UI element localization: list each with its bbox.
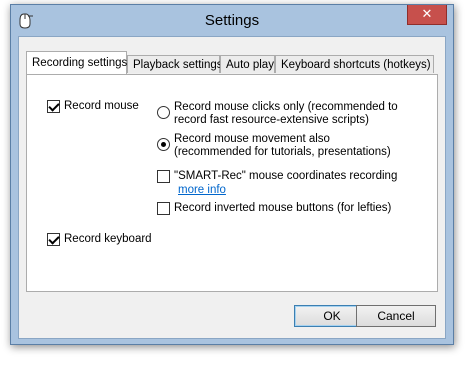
record-keyboard-checkbox[interactable] (47, 233, 60, 246)
settings-window: Settings ✕ Recording settings Playback s… (10, 4, 454, 345)
record-mouse-label[interactable]: Record mouse (64, 100, 139, 113)
dialog-body: Recording settings Playback settings Aut… (18, 36, 446, 339)
recording-settings-panel: Record mouse Record mouse clicks only (r… (26, 74, 438, 292)
tab-recording-settings[interactable]: Recording settings (26, 51, 127, 74)
record-mouse-checkbox[interactable] (47, 100, 60, 113)
mouse-clicks-only-line1[interactable]: Record mouse clicks only (recommended to (174, 101, 398, 114)
inverted-buttons-checkbox[interactable] (157, 202, 170, 215)
inverted-buttons-label[interactable]: Record inverted mouse buttons (for lefti… (174, 202, 391, 215)
more-info-link[interactable]: more info (178, 184, 226, 197)
mouse-clicks-only-radio[interactable] (157, 106, 170, 119)
tab-keyboard-shortcuts[interactable]: Keyboard shortcuts (hotkeys) (275, 55, 434, 73)
mouse-movement-line1[interactable]: Record mouse movement also (174, 133, 330, 146)
close-button[interactable]: ✕ (407, 5, 447, 25)
tab-playback-settings[interactable]: Playback settings (127, 55, 223, 73)
cancel-button[interactable]: Cancel (356, 305, 436, 327)
smart-rec-label[interactable]: "SMART-Rec" mouse coordinates recording (174, 170, 397, 183)
record-keyboard-label[interactable]: Record keyboard (64, 233, 152, 246)
tab-auto-play[interactable]: Auto play (220, 55, 275, 73)
mouse-movement-line2[interactable]: (recommended for tutorials, presentation… (174, 146, 391, 159)
title-bar[interactable]: Settings ✕ (11, 5, 453, 37)
mouse-movement-radio[interactable] (157, 138, 170, 151)
window-title: Settings (204, 12, 260, 29)
smart-rec-checkbox[interactable] (157, 170, 170, 183)
mouse-clicks-only-line2[interactable]: record fast resource-extensive scripts) (174, 114, 369, 127)
